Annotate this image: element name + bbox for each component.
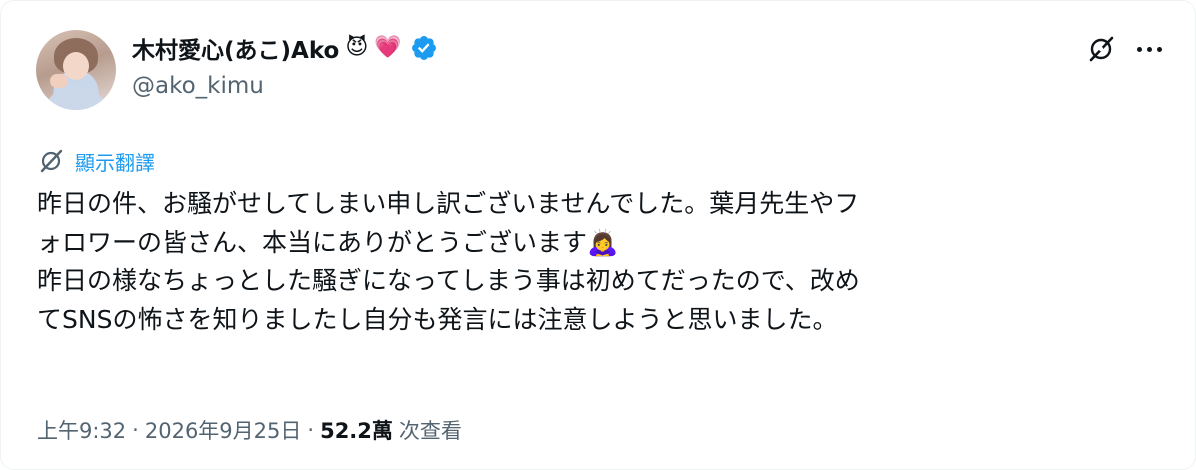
tweet-text: 昨日の件、お騒がせしてしまい申し訳ございませんでした。葉月先生やフ ォロワーの皆… <box>37 185 1177 339</box>
tweet-text-line: 昨日の件、お騒がせしてしまい申し訳ございませんでした。葉月先生やフ <box>37 189 860 218</box>
translate-icon <box>40 149 63 173</box>
avatar-clothing <box>44 86 108 110</box>
devil-emoji: 😈 <box>345 35 369 60</box>
tweet-time[interactable]: 上午9:32 <box>37 415 126 445</box>
avatar[interactable] <box>36 30 116 110</box>
tweet-date[interactable]: 2026年9月25日 <box>145 415 302 445</box>
meta-separator: · <box>132 418 139 442</box>
grok-icon <box>1089 36 1114 62</box>
grok-button[interactable] <box>1083 31 1119 67</box>
meta-separator: · <box>307 418 315 442</box>
pink-heart-emoji: 💗 <box>374 35 402 60</box>
views-count[interactable]: 52.2萬 <box>320 415 393 445</box>
author-display-name[interactable]: 木村愛心(あこ)Ako <box>132 31 339 65</box>
verified-badge-icon[interactable] <box>410 34 438 62</box>
more-icon-dot <box>1136 46 1142 52</box>
show-translation-label[interactable]: 顯示翻譯 <box>75 147 155 176</box>
avatar-face <box>63 52 89 80</box>
more-icon-dot <box>1156 46 1162 52</box>
tweet-card: 木村愛心(あこ)Ako 😈 💗 @ako_kimu 顯示翻譯 昨日の件、お騒がせ… <box>0 0 1196 470</box>
tweet-text-line: 昨日の様なちょっとした騒ぎになってしまう事は初めてだったので、改め <box>37 266 860 295</box>
tweet-text-line: ォロワーの皆さん、本当にありがとうございます🙇‍♀️ <box>37 227 619 257</box>
tweet-text-line: てSNSの怖さを知りましたし自分も発言には注意しようと思いました。 <box>37 304 838 334</box>
author-handle[interactable]: @ako_kimu <box>132 73 264 99</box>
show-translation-link[interactable]: 顯示翻譯 <box>37 145 155 177</box>
more-options-button[interactable] <box>1131 31 1167 67</box>
author-name-row[interactable]: 木村愛心(あこ)Ako 😈 💗 <box>132 31 438 65</box>
views-label: 次查看 <box>398 419 462 443</box>
avatar-hand <box>50 74 68 88</box>
tweet-meta: 上午9:32 · 2026年9月25日 · 52.2萬 次查看 <box>37 412 462 448</box>
more-icon-dot <box>1146 46 1152 52</box>
